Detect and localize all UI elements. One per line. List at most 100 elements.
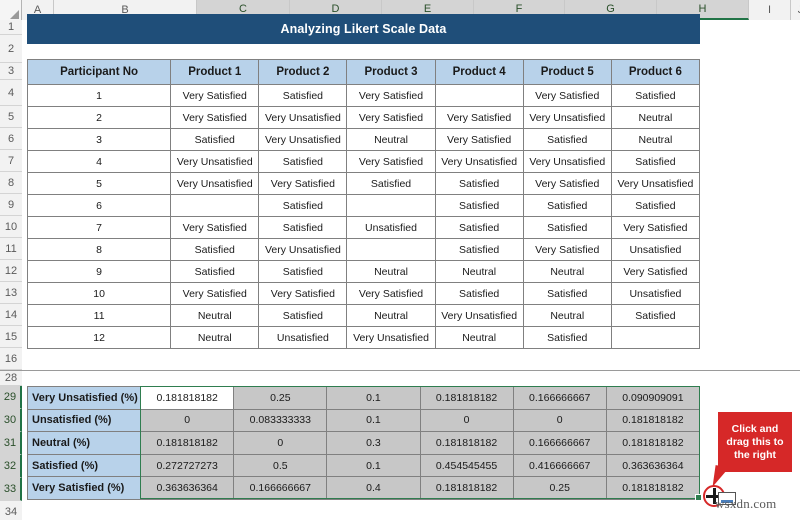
- response-cell[interactable]: Very Unsatisfied: [346, 326, 436, 349]
- response-cell[interactable]: [170, 194, 260, 217]
- response-cell[interactable]: [346, 194, 436, 217]
- response-cell[interactable]: Very Satisfied: [434, 106, 524, 129]
- participant-no-cell[interactable]: 5: [26, 172, 172, 195]
- response-cell[interactable]: Very Satisfied: [522, 84, 612, 107]
- response-cell[interactable]: Very Satisfied: [258, 282, 348, 305]
- row-header-32[interactable]: 32: [0, 455, 22, 478]
- summary-value-cell[interactable]: 0.3: [326, 431, 421, 455]
- summary-table-body[interactable]: Very Unsatisfied (%) 0.181818182 0.25 0.1 0.…: [26, 386, 701, 500]
- response-cell[interactable]: Very Satisfied: [346, 84, 436, 107]
- response-cell[interactable]: Satisfied: [258, 304, 348, 327]
- row-header-16[interactable]: 16: [0, 348, 22, 370]
- summary-value-cell[interactable]: 0.083333333: [233, 408, 328, 433]
- summary-value-cell[interactable]: 0.25: [233, 386, 328, 410]
- active-cell[interactable]: 0.181818182: [140, 386, 235, 410]
- response-cell[interactable]: Very Satisfied: [434, 128, 524, 151]
- summary-value-cell[interactable]: 0.166666667: [512, 431, 607, 455]
- summary-value-cell[interactable]: 0: [233, 431, 328, 455]
- response-cell[interactable]: Neutral: [522, 304, 612, 327]
- response-cell[interactable]: Very Unsatisfied: [434, 304, 524, 327]
- summary-row[interactable]: Very Satisfied (%) 0.363636364 0.166666667…: [26, 476, 701, 500]
- summary-label-cell[interactable]: Satisfied (%): [26, 453, 142, 478]
- participant-no-cell[interactable]: 7: [26, 216, 172, 239]
- response-cell[interactable]: Satisfied: [610, 150, 701, 173]
- response-cell[interactable]: Very Satisfied: [170, 106, 260, 129]
- table-row[interactable]: 8 Satisfied Very Unsatisfied Satisfied Very …: [26, 238, 701, 261]
- response-cell[interactable]: Very Unsatisfied: [434, 150, 524, 173]
- column-header-j[interactable]: J: [791, 0, 800, 20]
- response-cell[interactable]: [610, 326, 701, 349]
- response-cell[interactable]: Satisfied: [610, 304, 701, 327]
- response-cell[interactable]: Satisfied: [522, 326, 612, 349]
- response-cell[interactable]: Very Satisfied: [258, 172, 348, 195]
- response-cell[interactable]: Very Satisfied: [522, 172, 612, 195]
- summary-value-cell[interactable]: 0: [140, 408, 235, 433]
- response-cell[interactable]: Satisfied: [170, 238, 260, 261]
- summary-row[interactable]: Satisfied (%) 0.272727273 0.5 0.1 0.45454545…: [26, 453, 701, 478]
- summary-label-cell[interactable]: Unsatisfied (%): [26, 408, 142, 433]
- response-cell[interactable]: Very Satisfied: [346, 150, 436, 173]
- response-cell[interactable]: Satisfied: [170, 260, 260, 283]
- response-cell[interactable]: Very Unsatisfied: [258, 128, 348, 151]
- response-cell[interactable]: Very Satisfied: [170, 216, 260, 239]
- summary-value-cell[interactable]: 0.416666667: [512, 453, 607, 478]
- response-cell[interactable]: Neutral: [170, 326, 260, 349]
- row-header-2[interactable]: 2: [0, 35, 22, 63]
- table-row[interactable]: 3 Satisfied Very Unsatisfied Neutral Very Sa…: [26, 128, 701, 151]
- table-row[interactable]: 9 Satisfied Satisfied Neutral Neutral Neutral…: [26, 260, 701, 283]
- response-cell[interactable]: Unsatisfied: [610, 282, 701, 305]
- summary-value-cell[interactable]: 0.5: [233, 453, 328, 478]
- summary-value-cell[interactable]: 0.454545455: [419, 453, 514, 478]
- table-row[interactable]: 4 Very Unsatisfied Satisfied Very Satisfied…: [26, 150, 701, 173]
- response-cell[interactable]: Very Unsatisfied: [522, 150, 612, 173]
- response-cell[interactable]: Unsatisfied: [258, 326, 348, 349]
- participant-no-cell[interactable]: 4: [26, 150, 172, 173]
- summary-value-cell[interactable]: 0: [512, 408, 607, 433]
- response-cell[interactable]: Satisfied: [258, 260, 348, 283]
- response-cell[interactable]: Satisfied: [522, 216, 612, 239]
- response-cell[interactable]: Satisfied: [434, 282, 524, 305]
- response-cell[interactable]: Satisfied: [170, 128, 260, 151]
- row-header-33[interactable]: 33: [0, 478, 22, 501]
- row-header-8[interactable]: 8: [0, 172, 22, 194]
- row-header-3[interactable]: 3: [0, 63, 22, 80]
- response-cell[interactable]: Unsatisfied: [610, 238, 701, 261]
- summary-value-cell[interactable]: 0.181818182: [419, 386, 514, 410]
- select-all-corner[interactable]: [0, 0, 22, 20]
- response-cell[interactable]: Very Satisfied: [170, 282, 260, 305]
- response-cell[interactable]: Very Unsatisfied: [170, 150, 260, 173]
- response-cell[interactable]: Very Satisfied: [610, 216, 701, 239]
- summary-row[interactable]: Unsatisfied (%) 0 0.083333333 0.1 0 0 0.181818…: [26, 408, 701, 433]
- summary-value-cell[interactable]: 0.181818182: [605, 476, 701, 500]
- response-cell[interactable]: Satisfied: [434, 238, 524, 261]
- response-cell[interactable]: Satisfied: [258, 150, 348, 173]
- table-row[interactable]: 6 Satisfied Satisfied Satisfied Satisfied: [26, 194, 701, 217]
- response-cell[interactable]: Neutral: [610, 106, 701, 129]
- summary-value-cell[interactable]: 0.181818182: [140, 431, 235, 455]
- participant-no-cell[interactable]: 1: [26, 84, 172, 107]
- row-header-11[interactable]: 11: [0, 238, 22, 260]
- participant-no-cell[interactable]: 3: [26, 128, 172, 151]
- response-cell[interactable]: Satisfied: [522, 128, 612, 151]
- summary-value-cell[interactable]: 0.4: [326, 476, 421, 500]
- summary-value-cell[interactable]: 0: [419, 408, 514, 433]
- row-header-6[interactable]: 6: [0, 128, 22, 150]
- row-header-4[interactable]: 4: [0, 80, 22, 106]
- summary-label-cell[interactable]: Very Unsatisfied (%): [26, 386, 142, 410]
- row-header-5[interactable]: 5: [0, 106, 22, 128]
- table-row[interactable]: 10 Very Satisfied Very Satisfied Very Satis…: [26, 282, 701, 305]
- table-row[interactable]: 7 Very Satisfied Satisfied Unsatisfied Satis…: [26, 216, 701, 239]
- table-row[interactable]: 2 Very Satisfied Very Unsatisfied Very Sati…: [26, 106, 701, 129]
- response-cell[interactable]: Neutral: [346, 260, 436, 283]
- response-cell[interactable]: Neutral: [434, 260, 524, 283]
- summary-value-cell[interactable]: 0.166666667: [233, 476, 328, 500]
- likert-data-table[interactable]: Participant No Product 1 Product 2 Product …: [26, 59, 701, 349]
- row-header-15[interactable]: 15: [0, 326, 22, 348]
- summary-value-cell[interactable]: 0.166666667: [512, 386, 607, 410]
- response-cell[interactable]: Very Satisfied: [522, 238, 612, 261]
- response-cell[interactable]: Very Unsatisfied: [170, 172, 260, 195]
- row-header-14[interactable]: 14: [0, 304, 22, 326]
- response-cell[interactable]: Very Unsatisfied: [258, 238, 348, 261]
- row-header-31[interactable]: 31: [0, 432, 22, 455]
- response-cell[interactable]: Very Unsatisfied: [258, 106, 348, 129]
